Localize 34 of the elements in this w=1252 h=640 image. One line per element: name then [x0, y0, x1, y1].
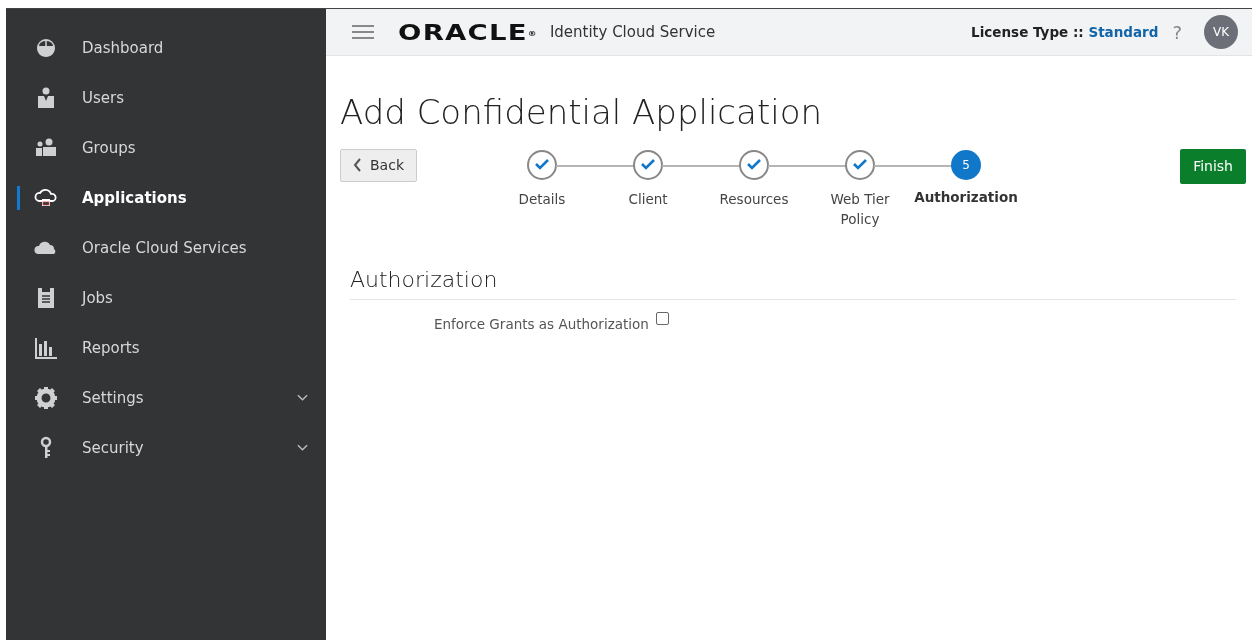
page-title: Add Confidential Application: [340, 92, 824, 133]
sidebar-item[interactable]: Users: [6, 73, 326, 123]
product-name: Identity Cloud Service: [549, 21, 716, 43]
field-label: Enforce Grants as Authorization: [434, 315, 649, 335]
chevron-left-icon: [353, 158, 362, 173]
step-label: Resources: [718, 189, 790, 209]
step-label: Web Tier Policy: [829, 189, 891, 229]
step-indicator[interactable]: [845, 149, 875, 180]
user-avatar[interactable]: VK: [1204, 15, 1238, 49]
sidebar-item[interactable]: Applications: [6, 173, 326, 223]
bar-chart-icon: [34, 336, 58, 360]
section-title: Authorization: [350, 266, 1236, 301]
sidebar-item[interactable]: Groups: [6, 123, 326, 173]
step-indicator[interactable]: [739, 149, 769, 180]
logo: ORACLE$^{®}$: [398, 18, 538, 47]
license-type: License Type :: Standard: [971, 22, 1159, 42]
checkbox[interactable]: [655, 312, 669, 326]
menu-icon[interactable]: [352, 25, 374, 39]
sidebar-item[interactable]: Settings: [6, 373, 326, 423]
sidebar-item[interactable]: Oracle Cloud Services: [6, 223, 326, 273]
back-button[interactable]: Back: [340, 148, 417, 182]
step-indicator[interactable]: [527, 149, 557, 180]
sidebar-item[interactable]: Dashboard: [6, 23, 326, 73]
step-label: Details: [517, 189, 567, 209]
gear-icon: [34, 386, 58, 410]
sidebar-item[interactable]: Jobs: [6, 273, 326, 323]
step-indicator[interactable]: 5: [951, 149, 981, 180]
sidebar-item[interactable]: Reports: [6, 323, 326, 373]
dashboard-icon: [34, 36, 58, 60]
step-label: Authorization: [913, 187, 1019, 207]
sidebar-item[interactable]: Security: [6, 423, 326, 473]
step-indicator[interactable]: [633, 149, 663, 180]
finish-button[interactable]: Finish: [1180, 148, 1246, 184]
step-label: Client: [627, 189, 669, 209]
